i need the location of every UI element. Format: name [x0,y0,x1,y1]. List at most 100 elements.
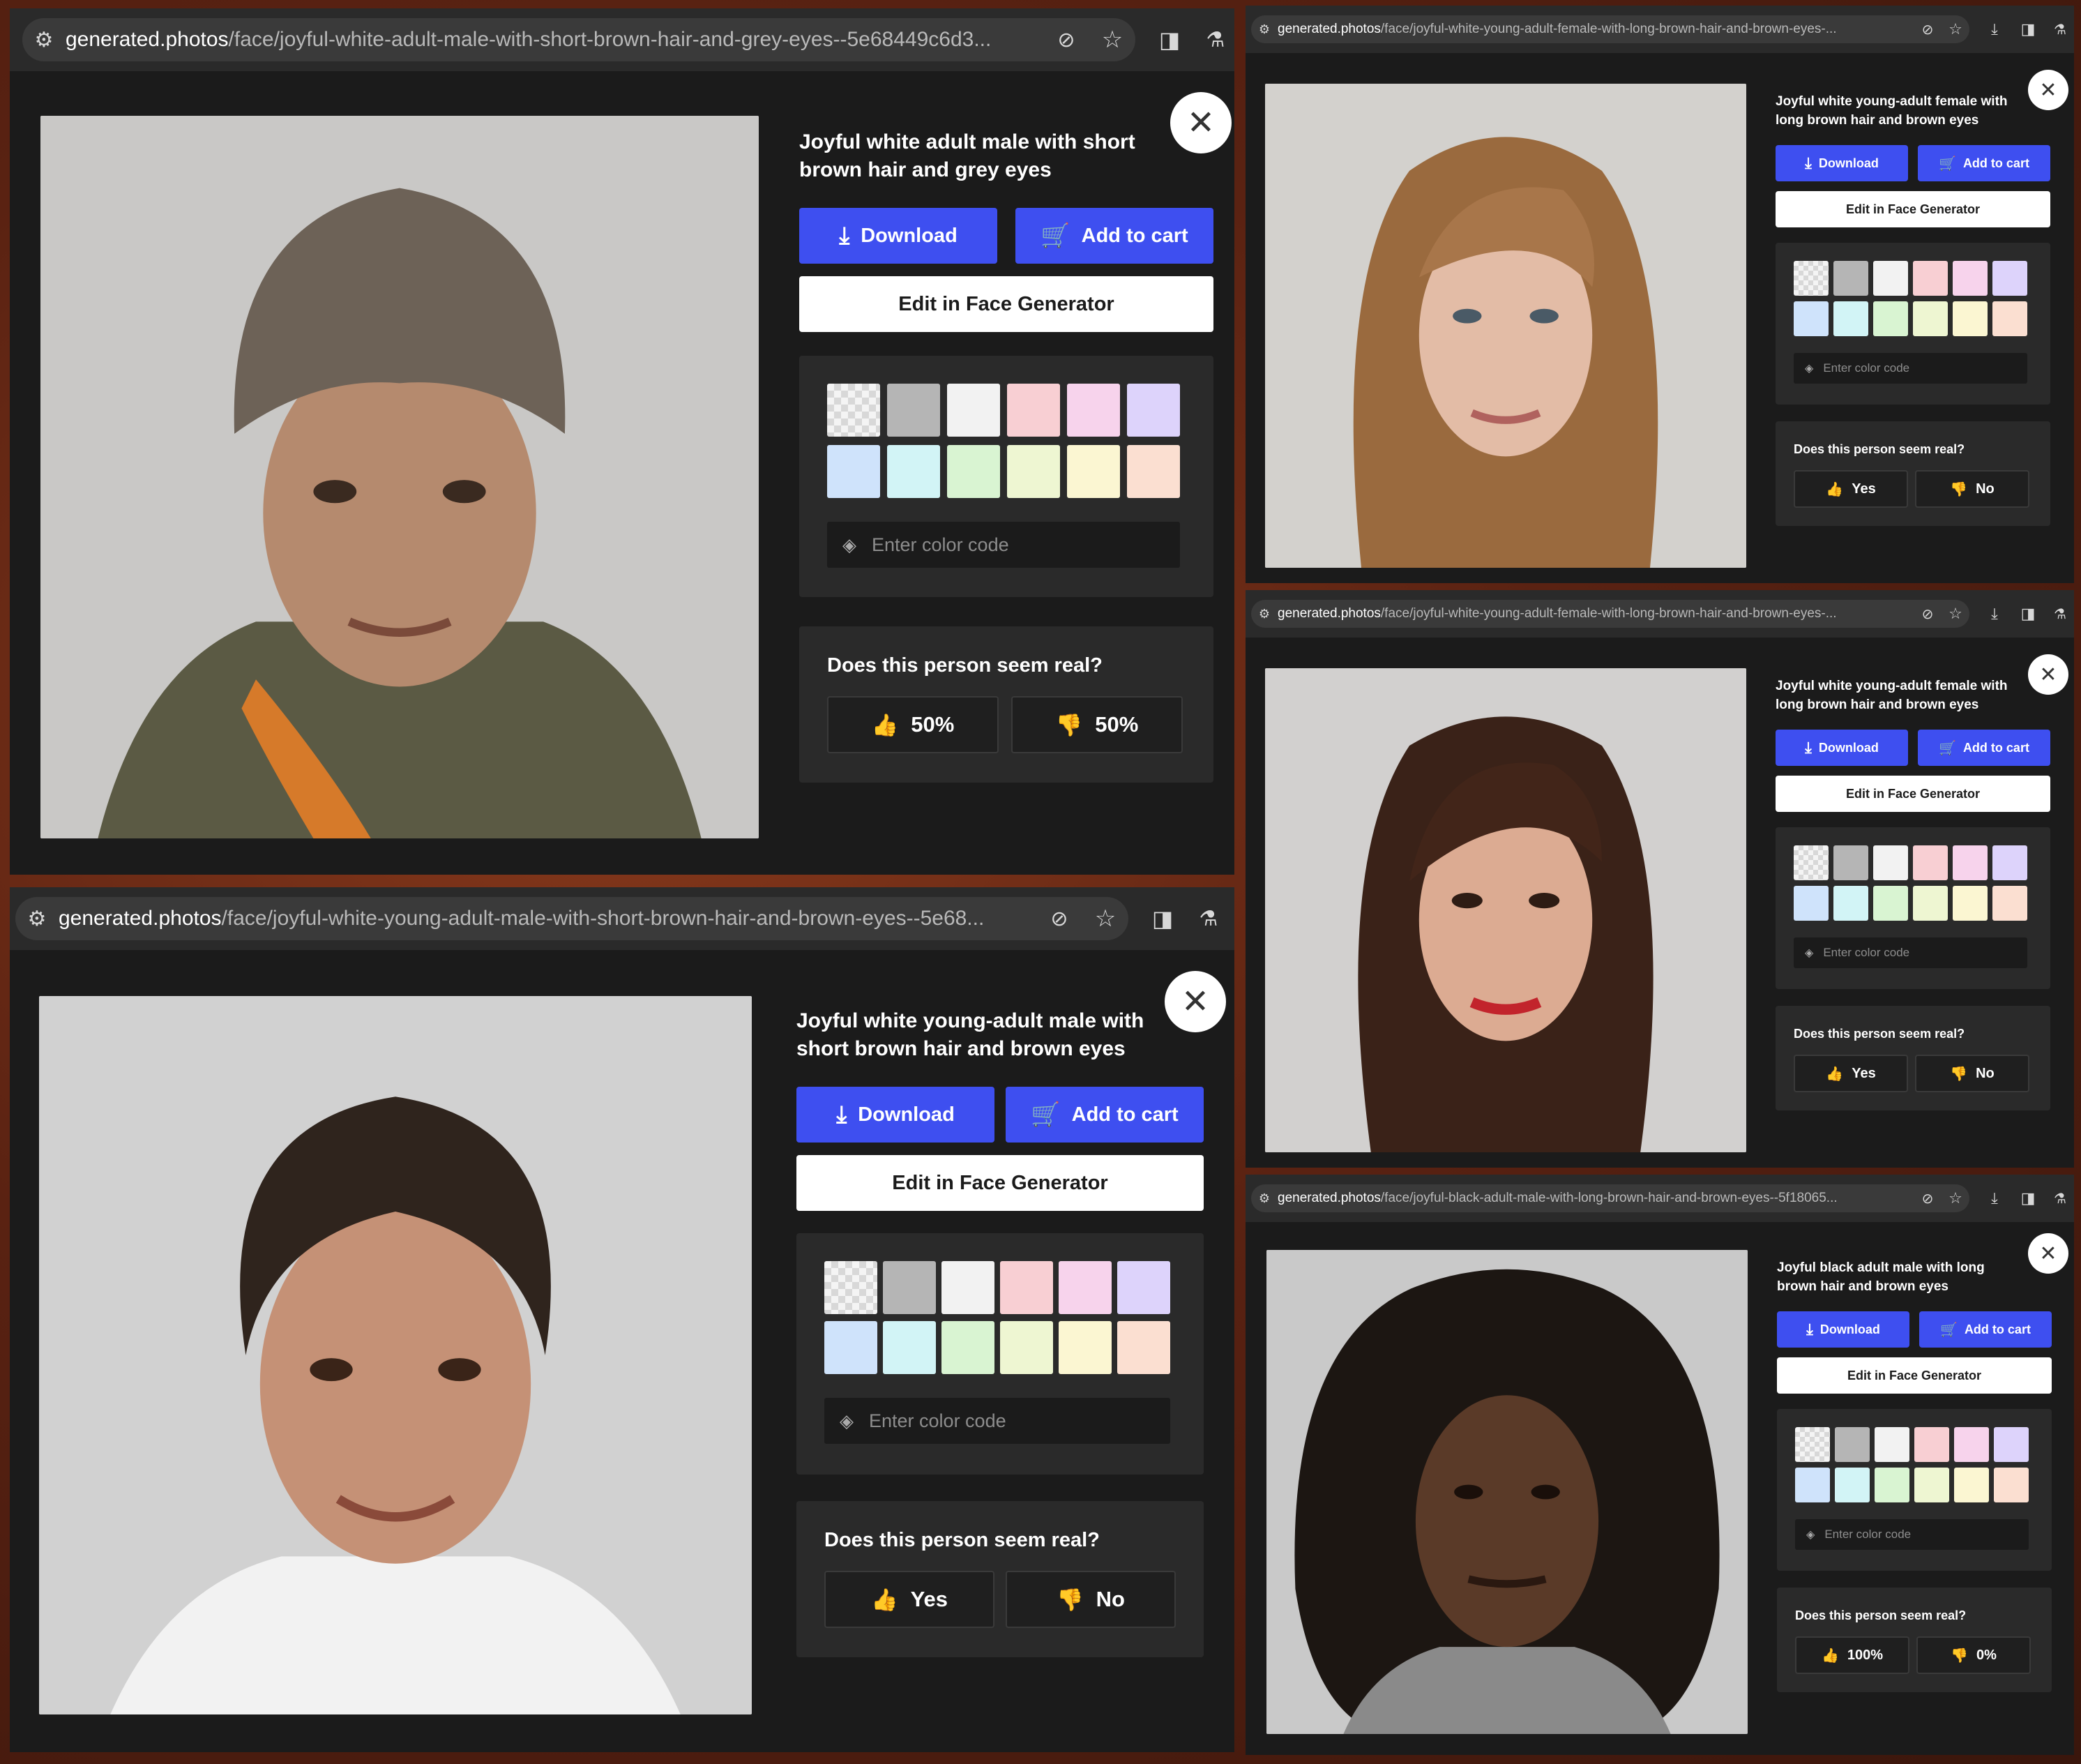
swatch-transparent[interactable] [1795,1427,1830,1462]
eye-off-icon[interactable]: ⊘ [1043,28,1089,52]
edit-in-face-generator-button[interactable]: Edit in Face Generator [799,276,1213,332]
swatch-blue[interactable] [1795,1468,1830,1502]
no-vote-button[interactable]: 👎 No [1915,1055,2029,1092]
close-button[interactable]: ✕ [2028,1233,2068,1274]
swatch-white[interactable] [1873,845,1908,880]
edit-in-face-generator-button[interactable]: Edit in Face Generator [796,1155,1204,1211]
swatch-grey[interactable] [1833,261,1868,296]
swatch-white[interactable] [947,384,1000,437]
swatch-transparent[interactable] [824,1261,877,1314]
color-code-input[interactable]: ◈ Enter color code [1794,937,2027,968]
add-to-cart-button[interactable]: 🛒 Add to cart [1919,1311,2052,1348]
yes-vote-button[interactable]: 👍 Yes [824,1571,994,1628]
swatch-lavender[interactable] [1127,384,1180,437]
swatch-lavender[interactable] [1994,1427,2029,1462]
add-to-cart-button[interactable]: 🛒 Add to cart [1015,208,1213,264]
swatch-grey[interactable] [883,1261,936,1314]
swatch-white[interactable] [941,1261,994,1314]
swatch-magenta[interactable] [1953,845,1988,880]
extensions-icon[interactable]: ⚗ [2049,603,2071,625]
swatch-pink[interactable] [1007,384,1060,437]
site-settings-icon[interactable]: ⚙ [1251,607,1278,621]
swatch-yellow[interactable] [1067,445,1120,498]
swatch-blue[interactable] [827,445,880,498]
swatch-cyan[interactable] [1833,301,1868,336]
url-text[interactable]: generated.photos/face/joyful-white-young… [59,907,1036,930]
eye-off-icon[interactable]: ⊘ [1036,907,1082,931]
url-text[interactable]: generated.photos/face/joyful-white-young… [1278,22,1914,37]
sidebar-icon[interactable]: ◨ [1147,903,1179,935]
yes-vote-button[interactable]: 👍 Yes [1794,1055,1908,1092]
url-field[interactable]: ⚙ generated.photos/face/joyful-white-you… [1251,600,1969,628]
download-button[interactable]: ⤓ Download [799,208,997,264]
swatch-pink[interactable] [1914,1427,1949,1462]
extensions-icon[interactable]: ⚗ [2049,18,2071,40]
close-button[interactable]: ✕ [2028,70,2068,110]
download-tray-icon[interactable]: ⤓ [1983,1187,2006,1209]
swatch-lavender[interactable] [1117,1261,1170,1314]
url-field[interactable]: ⚙ generated.photos/face/joyful-white-adu… [22,18,1135,61]
swatch-transparent[interactable] [827,384,880,437]
swatch-lime[interactable] [1007,445,1060,498]
url-field[interactable]: ⚙ generated.photos/face/joyful-black-adu… [1251,1184,1969,1212]
sidebar-icon[interactable]: ◨ [2017,603,2039,625]
swatch-peach[interactable] [1992,886,2027,921]
extensions-icon[interactable]: ⚗ [2049,1187,2071,1209]
swatch-blue[interactable] [824,1321,877,1374]
swatch-pink[interactable] [1000,1261,1053,1314]
star-icon[interactable]: ☆ [1942,1189,1969,1207]
color-code-input[interactable]: ◈ Enter color code [1794,353,2027,384]
swatch-green[interactable] [1873,301,1908,336]
yes-vote-button[interactable]: 👍 50% [827,696,999,753]
swatch-cyan[interactable] [1833,886,1868,921]
url-text[interactable]: generated.photos/face/joyful-black-adult… [1278,1191,1914,1206]
star-icon[interactable]: ☆ [1942,605,1969,623]
no-vote-button[interactable]: 👎 No [1915,470,2029,508]
swatch-lime[interactable] [1913,886,1948,921]
swatch-green[interactable] [947,445,1000,498]
close-button[interactable]: ✕ [1170,92,1232,153]
extensions-icon[interactable]: ⚗ [1193,903,1225,935]
sidebar-icon[interactable]: ◨ [2017,1187,2039,1209]
swatch-blue[interactable] [1794,301,1829,336]
star-icon[interactable]: ☆ [1089,26,1135,54]
url-field[interactable]: ⚙ generated.photos/face/joyful-white-you… [15,897,1128,940]
add-to-cart-button[interactable]: 🛒 Add to cart [1918,730,2050,766]
download-tray-icon[interactable]: ⤓ [1983,18,2006,40]
add-to-cart-button[interactable]: 🛒 Add to cart [1918,145,2050,181]
swatch-grey[interactable] [1835,1427,1870,1462]
eye-off-icon[interactable]: ⊘ [1914,605,1942,623]
extensions-icon[interactable]: ⚗ [1200,24,1232,56]
edit-in-face-generator-button[interactable]: Edit in Face Generator [1777,1357,2052,1394]
color-code-input[interactable]: ◈ Enter color code [1795,1519,2029,1550]
swatch-white[interactable] [1875,1427,1909,1462]
download-button[interactable]: ⤓ Download [1776,145,1908,181]
swatch-yellow[interactable] [1954,1468,1989,1502]
sidebar-icon[interactable]: ◨ [2017,18,2039,40]
swatch-grey[interactable] [1833,845,1868,880]
swatch-lime[interactable] [1914,1468,1949,1502]
star-icon[interactable]: ☆ [1082,905,1128,933]
swatch-green[interactable] [941,1321,994,1374]
swatch-green[interactable] [1875,1468,1909,1502]
swatch-green[interactable] [1873,886,1908,921]
site-settings-icon[interactable]: ⚙ [15,907,59,931]
swatch-magenta[interactable] [1059,1261,1112,1314]
swatch-peach[interactable] [1994,1468,2029,1502]
swatch-pink[interactable] [1913,845,1948,880]
eye-off-icon[interactable]: ⊘ [1914,21,1942,38]
close-button[interactable]: ✕ [1165,971,1226,1032]
site-settings-icon[interactable]: ⚙ [22,28,66,52]
swatch-grey[interactable] [887,384,940,437]
add-to-cart-button[interactable]: 🛒 Add to cart [1006,1087,1204,1143]
swatch-peach[interactable] [1127,445,1180,498]
color-code-input[interactable]: ◈ Enter color code [824,1398,1170,1444]
download-tray-icon[interactable]: ⤓ [1983,603,2006,625]
swatch-magenta[interactable] [1954,1427,1989,1462]
swatch-lime[interactable] [1913,301,1948,336]
swatch-white[interactable] [1873,261,1908,296]
swatch-cyan[interactable] [1835,1468,1870,1502]
swatch-lime[interactable] [1000,1321,1053,1374]
swatch-transparent[interactable] [1794,845,1829,880]
url-field[interactable]: ⚙ generated.photos/face/joyful-white-you… [1251,15,1969,43]
